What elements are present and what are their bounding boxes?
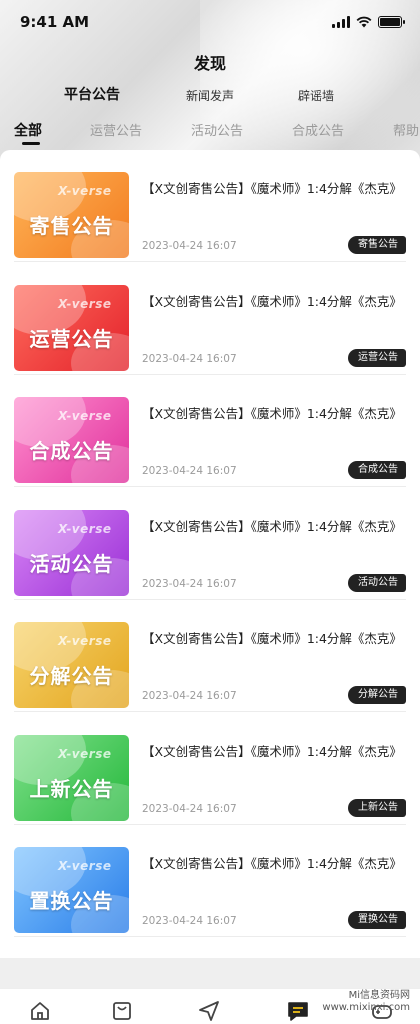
- message-icon[interactable]: [286, 999, 310, 1023]
- thumbnail-label: 活动公告: [29, 551, 114, 576]
- send-icon[interactable]: [197, 999, 221, 1023]
- thumbnail-label: 寄售公告: [29, 214, 114, 238]
- announcement-title: 【X文创寄售公告】《魔术师》1:4分解《杰克》: [142, 856, 402, 871]
- category-tab-events[interactable]: 活动公告: [191, 120, 243, 139]
- battery-icon: [378, 16, 405, 28]
- announcement-thumbnail: X-verse 上新公告: [14, 734, 129, 821]
- announcement-item[interactable]: X-verse 上新公告 【X文创寄售公告】《魔术师》1:4分解《杰克》 202…: [0, 713, 420, 825]
- announcement-item[interactable]: X-verse 活动公告 【X文创寄售公告】《魔术师》1:4分解《杰克》 202…: [0, 488, 420, 600]
- announcement-title: 【X文创寄售公告】《魔术师》1:4分解《杰克》: [142, 743, 402, 759]
- brand-watermark: X-verse: [58, 296, 112, 311]
- announcement-thumbnail: X-verse 置换公告: [14, 847, 129, 933]
- wifi-icon: [356, 16, 372, 28]
- announcement-title: 【X文创寄售公告】《魔术师》1:4分解《杰克》: [142, 181, 402, 196]
- announcement-date: 2023-04-24 16:07: [142, 240, 237, 252]
- watermark: Mi信息资码网 www.mixinxi.com: [322, 990, 410, 1013]
- brand-watermark: X-verse: [58, 634, 112, 648]
- active-tab-indicator: [22, 142, 40, 145]
- announcement-item[interactable]: X-verse 寄售公告 【X文创寄售公告】《魔术师》1:4分解《杰克》 202…: [0, 150, 420, 262]
- status-time: 9:41 AM: [20, 13, 90, 31]
- brand-watermark: X-verse: [58, 521, 112, 536]
- signal-icon: [332, 16, 350, 28]
- announcement-title: 【X文创寄售公告】《魔术师》1:4分解《杰克》: [142, 518, 402, 534]
- announcement-item[interactable]: X-verse 分解公告 【X文创寄售公告】《魔术师》1:4分解《杰克》 202…: [0, 600, 420, 712]
- brand-watermark: X-verse: [58, 409, 112, 423]
- sub-tabs: 平台公告 新闻发声 辟谣墙: [0, 84, 420, 108]
- announcement-thumbnail: X-verse 寄售公告: [14, 172, 129, 258]
- announcement-date: 2023-04-24 16:07: [142, 352, 237, 365]
- announcement-title: 【X文创寄售公告】《魔术师》1:4分解《杰克》: [142, 631, 402, 646]
- category-tabs: 全部 运营公告 活动公告 合成公告 帮助: [0, 118, 420, 148]
- bag-icon[interactable]: [110, 999, 134, 1023]
- announcement-date: 2023-04-24 16:07: [142, 577, 237, 590]
- announcement-item[interactable]: X-verse 置换公告 【X文创寄售公告】《魔术师》1:4分解《杰克》 202…: [0, 825, 420, 937]
- announcement-item[interactable]: X-verse 运营公告 【X文创寄售公告】《魔术师》1:4分解《杰克》 202…: [0, 263, 420, 375]
- announcement-item[interactable]: X-verse 合成公告 【X文创寄售公告】《魔术师》1:4分解《杰克》 202…: [0, 375, 420, 487]
- home-icon[interactable]: [28, 999, 52, 1023]
- category-badge: 寄售公告: [348, 236, 406, 254]
- announcement-date: 2023-04-24 16:07: [142, 465, 237, 477]
- brand-watermark: X-verse: [58, 184, 112, 198]
- brand-watermark: X-verse: [58, 859, 112, 873]
- thumbnail-label: 分解公告: [29, 664, 114, 688]
- category-badge: 运营公告: [348, 348, 406, 367]
- brand-watermark: X-verse: [58, 746, 112, 761]
- sub-tab-news[interactable]: 新闻发声: [186, 87, 234, 104]
- announcement-list: X-verse 寄售公告 【X文创寄售公告】《魔术师》1:4分解《杰克》 202…: [0, 150, 420, 958]
- category-tab-all[interactable]: 全部: [14, 120, 42, 140]
- category-badge: 置换公告: [348, 911, 406, 929]
- status-bar: 9:41 AM: [0, 0, 420, 44]
- category-badge: 分解公告: [348, 686, 406, 704]
- announcement-title: 【X文创寄售公告】《魔术师》1:4分解《杰克》: [142, 293, 402, 309]
- category-badge: 上新公告: [348, 798, 406, 817]
- category-tab-synthesis[interactable]: 合成公告: [292, 120, 344, 139]
- announcement-thumbnail: X-verse 活动公告: [14, 509, 129, 596]
- thumbnail-label: 上新公告: [29, 776, 114, 801]
- thumbnail-label: 运营公告: [29, 326, 114, 351]
- announcement-thumbnail: X-verse 合成公告: [14, 397, 129, 483]
- thumbnail-label: 合成公告: [29, 439, 114, 463]
- category-tab-help[interactable]: 帮助: [393, 120, 419, 139]
- category-badge: 合成公告: [348, 461, 406, 479]
- category-tab-operations[interactable]: 运营公告: [90, 120, 142, 139]
- announcement-date: 2023-04-24 16:07: [142, 802, 237, 815]
- sub-tab-rumor-wall[interactable]: 辟谣墙: [298, 87, 334, 104]
- category-badge: 活动公告: [348, 573, 406, 592]
- announcement-title: 【X文创寄售公告】《魔术师》1:4分解《杰克》: [142, 406, 402, 421]
- announcement-date: 2023-04-24 16:07: [142, 690, 237, 702]
- announcement-thumbnail: X-verse 分解公告: [14, 622, 129, 708]
- page-title: 发现: [193, 54, 226, 73]
- thumbnail-label: 置换公告: [29, 889, 114, 913]
- announcement-thumbnail: X-verse 运营公告: [14, 284, 129, 371]
- divider: [14, 936, 406, 937]
- announcement-date: 2023-04-24 16:07: [142, 915, 237, 927]
- sub-tab-platform-announcements[interactable]: 平台公告: [64, 84, 120, 104]
